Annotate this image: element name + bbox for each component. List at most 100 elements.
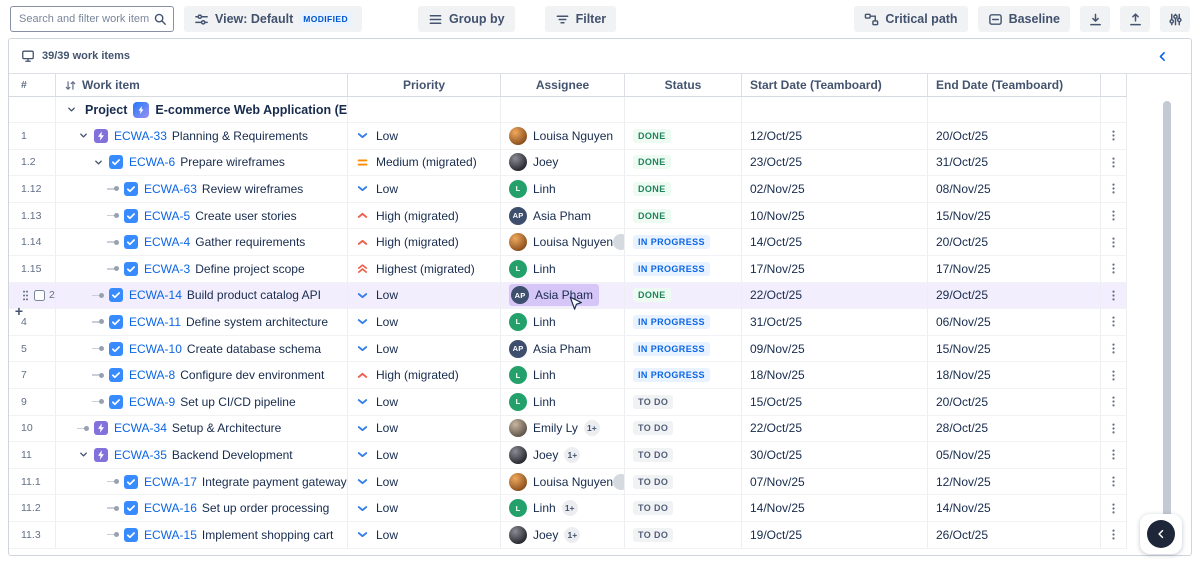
- row-checkbox[interactable]: [34, 290, 45, 301]
- start-date-cell[interactable]: 15/Oct/25: [742, 389, 928, 416]
- group-by-button[interactable]: Group by: [418, 6, 515, 32]
- import-button[interactable]: [1120, 6, 1150, 32]
- table-row[interactable]: 1.12ECWA-63Review wireframesLowLLinhDONE…: [9, 176, 1191, 203]
- row-actions-button[interactable]: [1104, 472, 1124, 492]
- column-header-end-date[interactable]: End Date (Teamboard): [928, 74, 1101, 97]
- row-actions-button[interactable]: [1104, 445, 1124, 465]
- start-date-cell[interactable]: 31/Oct/25: [742, 309, 928, 336]
- end-date-cell[interactable]: 20/Oct/25: [928, 389, 1101, 416]
- baseline-button[interactable]: Baseline: [978, 6, 1070, 32]
- row-actions-button[interactable]: [1104, 365, 1124, 385]
- work-item-key[interactable]: ECWA-15: [144, 528, 197, 542]
- work-item-key[interactable]: ECWA-8: [129, 368, 175, 382]
- start-date-cell[interactable]: 10/Nov/25: [742, 203, 928, 230]
- work-item-key[interactable]: ECWA-63: [144, 182, 197, 196]
- column-header-priority[interactable]: Priority: [348, 74, 501, 97]
- row-actions-button[interactable]: [1104, 232, 1124, 252]
- work-item-key[interactable]: ECWA-11: [129, 315, 181, 329]
- table-row[interactable]: 1.14ECWA-4Gather requirementsHigh (migra…: [9, 229, 1191, 256]
- assignee-cell[interactable]: APAsia Pham: [501, 336, 625, 363]
- start-date-cell[interactable]: 14/Oct/25: [742, 229, 928, 256]
- status-cell[interactable]: TO DO: [625, 416, 742, 443]
- work-item-key[interactable]: ECWA-14: [129, 288, 182, 302]
- status-cell[interactable]: TO DO: [625, 389, 742, 416]
- column-header-number[interactable]: #: [9, 74, 56, 97]
- column-header-work-item[interactable]: Work item: [56, 74, 348, 97]
- end-date-cell[interactable]: 31/Oct/25: [928, 150, 1101, 177]
- start-date-cell[interactable]: 18/Nov/25: [742, 362, 928, 389]
- assignee-cell[interactable]: LLinh1+: [501, 495, 625, 522]
- table-row[interactable]: 11.3ECWA-15Implement shopping cartLowJoe…: [9, 522, 1191, 549]
- start-date-cell[interactable]: 30/Oct/25: [742, 442, 928, 469]
- end-date-cell[interactable]: 28/Oct/25: [928, 416, 1101, 443]
- assignee-cell[interactable]: Louisa Nguyen: [501, 229, 625, 256]
- end-date-cell[interactable]: 20/Oct/25: [928, 229, 1101, 256]
- table-row[interactable]: 11ECWA-35Backend DevelopmentLowJoey1+TO …: [9, 442, 1191, 469]
- table-row[interactable]: 2ECWA-14Build product catalog API+LowAPA…: [9, 283, 1191, 310]
- row-actions-button[interactable]: [1104, 418, 1124, 438]
- expand-toggle[interactable]: [75, 130, 91, 141]
- assignee-cell[interactable]: LLinh: [501, 309, 625, 336]
- row-actions-button[interactable]: [1104, 126, 1124, 146]
- search-input[interactable]: [19, 13, 153, 25]
- table-row[interactable]: 11.1ECWA-17Integrate payment gatewayLowL…: [9, 469, 1191, 496]
- end-date-cell[interactable]: 06/Nov/25: [928, 309, 1101, 336]
- start-date-cell[interactable]: 07/Nov/25: [742, 469, 928, 496]
- work-item-key[interactable]: ECWA-10: [129, 342, 182, 356]
- work-item-key[interactable]: ECWA-6: [129, 155, 175, 169]
- column-header-status[interactable]: Status: [625, 74, 742, 97]
- assignee-cell[interactable]: APAsia Pham: [501, 283, 625, 310]
- work-item-key[interactable]: ECWA-33: [114, 129, 167, 143]
- row-actions-button[interactable]: [1104, 339, 1124, 359]
- expand-toggle[interactable]: [75, 449, 91, 460]
- work-item-key[interactable]: ECWA-35: [114, 448, 167, 462]
- start-date-cell[interactable]: 14/Nov/25: [742, 495, 928, 522]
- status-cell[interactable]: TO DO: [625, 495, 742, 522]
- start-date-cell[interactable]: 23/Oct/25: [742, 150, 928, 177]
- end-date-cell[interactable]: 20/Oct/25: [928, 123, 1101, 150]
- view-button[interactable]: View: Default MODIFIED: [184, 6, 362, 32]
- work-item-key[interactable]: ECWA-4: [144, 235, 190, 249]
- priority-cell[interactable]: Low: [348, 309, 501, 336]
- assignee-cell[interactable]: Joey1+: [501, 522, 625, 549]
- search-box[interactable]: [10, 6, 174, 32]
- expand-timeline-button[interactable]: [1147, 520, 1175, 548]
- status-cell[interactable]: TO DO: [625, 522, 742, 549]
- expand-toggle[interactable]: [90, 157, 106, 168]
- table-settings-button[interactable]: [1160, 6, 1190, 32]
- assignee-cell[interactable]: LLinh: [501, 389, 625, 416]
- work-item-key[interactable]: ECWA-5: [144, 209, 190, 223]
- end-date-cell[interactable]: 15/Nov/25: [928, 336, 1101, 363]
- status-cell[interactable]: DONE: [625, 283, 742, 310]
- start-date-cell[interactable]: 17/Nov/25: [742, 256, 928, 283]
- end-date-cell[interactable]: 26/Oct/25: [928, 522, 1101, 549]
- scrollbar-thumb[interactable]: [1163, 101, 1171, 549]
- end-date-cell[interactable]: 12/Nov/25: [928, 469, 1101, 496]
- priority-cell[interactable]: Low: [348, 522, 501, 549]
- assignee-cell[interactable]: Joey1+: [501, 442, 625, 469]
- priority-cell[interactable]: Low: [348, 336, 501, 363]
- collapse-panel-button[interactable]: [1156, 50, 1169, 63]
- work-item-key[interactable]: ECWA-34: [114, 421, 167, 435]
- assignee-cell[interactable]: APAsia Pham: [501, 203, 625, 230]
- table-row[interactable]: 1.2ECWA-6Prepare wireframesMedium (migra…: [9, 150, 1191, 177]
- status-cell[interactable]: TO DO: [625, 442, 742, 469]
- status-cell[interactable]: IN PROGRESS: [625, 256, 742, 283]
- end-date-cell[interactable]: 15/Nov/25: [928, 203, 1101, 230]
- start-date-cell[interactable]: 12/Oct/25: [742, 123, 928, 150]
- assignee-cell[interactable]: Louisa Nguyen: [501, 123, 625, 150]
- row-actions-button[interactable]: [1104, 152, 1124, 172]
- start-date-cell[interactable]: 02/Nov/25: [742, 176, 928, 203]
- priority-cell[interactable]: Low: [348, 416, 501, 443]
- assignee-cell[interactable]: Joey: [501, 150, 625, 177]
- status-cell[interactable]: DONE: [625, 176, 742, 203]
- end-date-cell[interactable]: 14/Nov/25: [928, 495, 1101, 522]
- status-cell[interactable]: IN PROGRESS: [625, 309, 742, 336]
- start-date-cell[interactable]: 22/Oct/25: [742, 416, 928, 443]
- start-date-cell[interactable]: 19/Oct/25: [742, 522, 928, 549]
- table-row[interactable]: 5ECWA-10Create database schemaLowAPAsia …: [9, 336, 1191, 363]
- assignee-cell[interactable]: Louisa Nguyen: [501, 469, 625, 496]
- priority-cell[interactable]: Highest (migrated): [348, 256, 501, 283]
- end-date-cell[interactable]: 29/Oct/25: [928, 283, 1101, 310]
- row-actions-button[interactable]: [1104, 525, 1124, 545]
